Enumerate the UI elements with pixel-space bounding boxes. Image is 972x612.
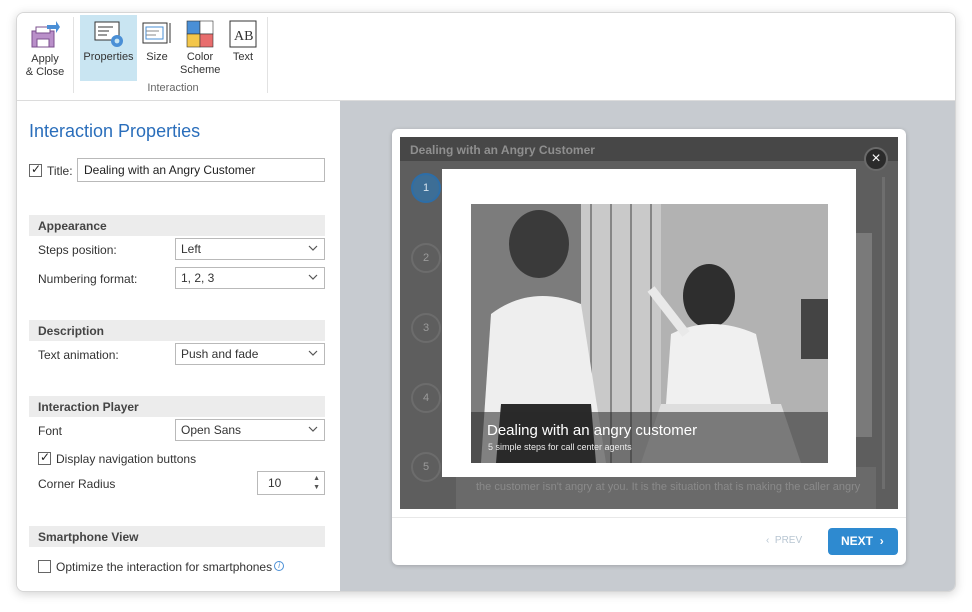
scrollbar[interactable] bbox=[882, 177, 885, 489]
title-checkbox[interactable]: ✓ bbox=[29, 162, 42, 177]
title-input[interactable]: Dealing with an Angry Customer bbox=[77, 158, 325, 182]
color-scheme-button[interactable]: Color Scheme bbox=[180, 15, 220, 81]
chevron-down-icon bbox=[308, 245, 318, 251]
intro-popup: Dealing with an angry customer 5 simple … bbox=[442, 169, 856, 477]
color-scheme-icon bbox=[186, 20, 214, 48]
chevron-left-icon: ‹ bbox=[766, 535, 770, 546]
apply-close-icon bbox=[31, 21, 60, 48]
text-button[interactable]: AB Text bbox=[225, 15, 261, 81]
properties-button[interactable]: Properties bbox=[80, 15, 137, 81]
prev-label: PREV bbox=[774, 535, 803, 546]
info-icon[interactable]: i bbox=[274, 561, 285, 571]
step-4[interactable]: 4 bbox=[411, 383, 441, 413]
stepper-down-icon[interactable]: ▼ bbox=[313, 484, 320, 492]
corner-radius-value: 10 bbox=[268, 476, 282, 490]
ribbon-separator bbox=[73, 17, 74, 93]
interaction-title: Dealing with an Angry Customer bbox=[400, 137, 898, 161]
popup-title: Dealing with an angry customer bbox=[487, 422, 698, 439]
optimize-smartphones-text: Optimize the interaction for smartphones bbox=[56, 560, 273, 574]
step-3[interactable]: 3 bbox=[411, 313, 441, 343]
text-animation-value: Push and fade bbox=[181, 347, 259, 361]
size-icon bbox=[142, 22, 171, 44]
apply-close-label-2: & Close bbox=[25, 66, 65, 78]
optimize-smartphones-checkbox[interactable] bbox=[38, 560, 51, 573]
apply-close-button[interactable]: Apply & Close bbox=[23, 15, 67, 81]
interaction-player-section-header: Interaction Player bbox=[29, 396, 325, 417]
preview-area: Dealing with an Angry Customer 1 2 3 4 5… bbox=[340, 101, 955, 591]
corner-radius-stepper[interactable]: 10 ▲ ▼ bbox=[257, 471, 325, 495]
text-icon-glyph: AB bbox=[234, 29, 253, 44]
font-label: Font bbox=[38, 424, 63, 438]
size-label: Size bbox=[146, 51, 168, 63]
smartphone-section-header: Smartphone View bbox=[29, 526, 325, 547]
intro-photo: Dealing with an angry customer 5 simple … bbox=[471, 204, 828, 463]
font-select[interactable]: Open Sans bbox=[175, 419, 325, 441]
title-label: Title: bbox=[47, 164, 73, 178]
interaction-group-label: Interaction bbox=[147, 82, 199, 94]
chevron-right-icon: › bbox=[879, 534, 884, 548]
display-navigation-label: Display navigation buttons bbox=[56, 452, 197, 466]
text-label: Text bbox=[232, 51, 254, 63]
numbering-format-value: 1, 2, 3 bbox=[181, 271, 215, 285]
ribbon-toolbar: Apply & Close Properties Size Color Sche… bbox=[17, 13, 955, 101]
font-value: Open Sans bbox=[181, 423, 242, 437]
chevron-down-icon bbox=[308, 350, 318, 356]
stepper-up-icon[interactable]: ▲ bbox=[313, 475, 320, 483]
background-text-line-2: the customer isn't angry at you. It is t… bbox=[476, 481, 861, 493]
panel-title: Interaction Properties bbox=[29, 121, 201, 141]
steps-position-label: Steps position: bbox=[38, 243, 117, 257]
next-label: NEXT bbox=[841, 534, 874, 548]
app-window: Apply & Close Properties Size Color Sche… bbox=[16, 12, 956, 592]
step-5[interactable]: 5 bbox=[411, 452, 441, 482]
prev-button[interactable]: ‹ PREV bbox=[766, 535, 802, 546]
size-button[interactable]: Size bbox=[139, 15, 175, 81]
close-icon: × bbox=[871, 150, 881, 167]
optimize-smartphones-label: Optimize the interaction for smartphones… bbox=[56, 560, 285, 574]
text-animation-select[interactable]: Push and fade bbox=[175, 343, 325, 365]
apply-close-label-1: Apply bbox=[31, 53, 59, 65]
text-icon: AB bbox=[229, 20, 257, 48]
background-image-edge bbox=[856, 233, 872, 437]
steps-position-value: Left bbox=[181, 242, 202, 256]
properties-label: Properties bbox=[83, 51, 134, 63]
step-2[interactable]: 2 bbox=[411, 243, 441, 273]
numbering-format-label: Numbering format: bbox=[38, 272, 138, 286]
description-section-header: Description bbox=[29, 320, 325, 341]
chevron-down-icon bbox=[308, 274, 318, 280]
popup-subtitle: 5 simple steps for call center agents bbox=[488, 442, 632, 452]
check-icon: ✓ bbox=[40, 450, 51, 464]
corner-radius-label: Corner Radius bbox=[38, 477, 116, 491]
color-scheme-label-2: Scheme bbox=[180, 64, 221, 76]
footer-divider bbox=[392, 517, 906, 518]
close-popup-button[interactable]: × bbox=[864, 147, 888, 171]
interaction-preview-card: Dealing with an Angry Customer 1 2 3 4 5… bbox=[392, 129, 906, 565]
chevron-down-icon bbox=[308, 426, 318, 432]
ribbon-separator bbox=[267, 17, 268, 93]
color-scheme-label-1: Color bbox=[186, 51, 214, 63]
properties-panel: Interaction Properties ✓ Title: Dealing … bbox=[17, 101, 340, 591]
next-button[interactable]: NEXT › bbox=[828, 528, 898, 555]
step-1[interactable]: 1 bbox=[411, 173, 441, 203]
check-icon: ✓ bbox=[31, 162, 42, 176]
steps-position-select[interactable]: Left bbox=[175, 238, 325, 260]
numbering-format-select[interactable]: 1, 2, 3 bbox=[175, 267, 325, 289]
display-navigation-checkbox[interactable]: ✓ bbox=[38, 450, 51, 465]
properties-icon bbox=[94, 21, 123, 47]
title-row: ✓ Title: Dealing with an Angry Customer bbox=[29, 158, 325, 182]
text-animation-label: Text animation: bbox=[38, 348, 119, 362]
appearance-section-header: Appearance bbox=[29, 215, 325, 236]
interaction-stage: Dealing with an Angry Customer 1 2 3 4 5… bbox=[400, 137, 898, 509]
